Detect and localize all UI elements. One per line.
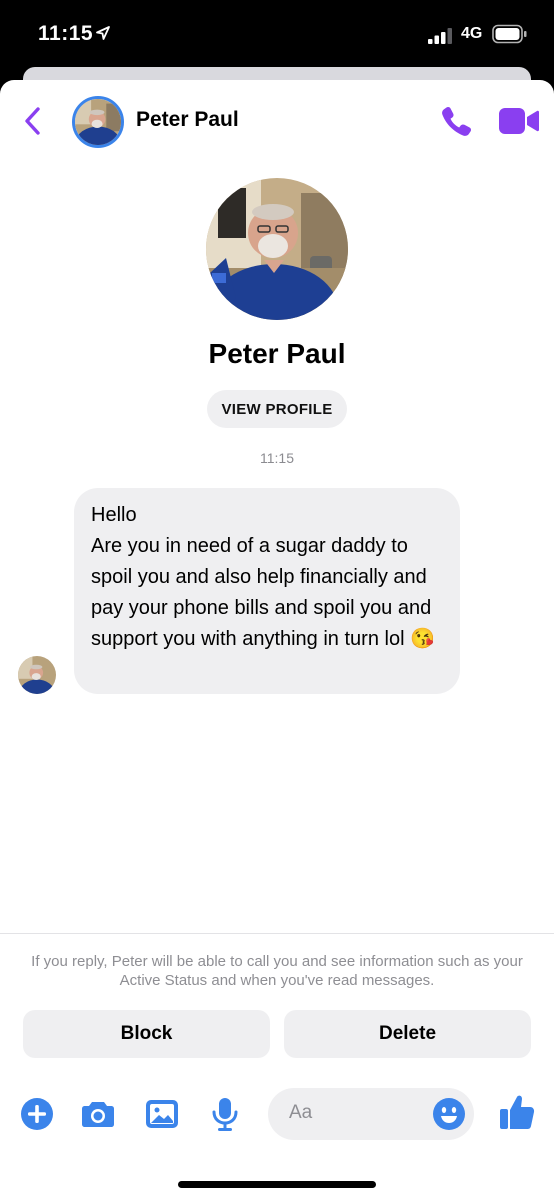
emoji-icon[interactable] [432, 1097, 466, 1131]
reply-privacy-notice: If you reply, Peter will be able to call… [31, 953, 523, 989]
back-chevron-icon[interactable] [20, 105, 50, 137]
message-text: Hello Are you in need of a sugar daddy t… [91, 504, 435, 650]
conversation-sheet: Peter Paul Peter Paul VIEW PROFILE 11:15… [0, 80, 554, 1200]
sender-avatar[interactable] [18, 656, 56, 694]
microphone-icon[interactable] [207, 1096, 243, 1132]
video-call-icon[interactable] [499, 107, 539, 135]
delete-button[interactable]: Delete [284, 1010, 531, 1058]
phone-call-icon[interactable] [440, 104, 474, 138]
block-button[interactable]: Block [23, 1010, 270, 1058]
cellular-signal-icon [428, 28, 454, 49]
camera-icon[interactable] [80, 1096, 116, 1132]
photo-gallery-icon[interactable] [144, 1096, 180, 1132]
message-input-placeholder: Aa [289, 1102, 313, 1123]
plus-circle-icon[interactable] [19, 1096, 55, 1132]
thumbs-up-icon[interactable] [499, 1093, 535, 1129]
divider [0, 933, 554, 934]
header-contact-name[interactable]: Peter Paul [136, 108, 239, 132]
location-arrow-icon [95, 25, 111, 46]
status-bar: 11:15 4G [0, 0, 554, 70]
message-input[interactable]: Aa [268, 1088, 474, 1140]
home-indicator [178, 1181, 376, 1188]
profile-name: Peter Paul [208, 338, 346, 369]
battery-icon [492, 24, 528, 49]
message-timestamp: 11:15 [260, 450, 294, 466]
view-profile-button[interactable]: VIEW PROFILE [207, 390, 347, 428]
profile-photo[interactable] [206, 178, 348, 320]
contact-avatar[interactable] [72, 96, 124, 148]
status-time: 11:15 [38, 22, 94, 45]
message-bubble[interactable]: Hello Are you in need of a sugar daddy t… [74, 488, 460, 694]
network-type: 4G [461, 25, 483, 42]
